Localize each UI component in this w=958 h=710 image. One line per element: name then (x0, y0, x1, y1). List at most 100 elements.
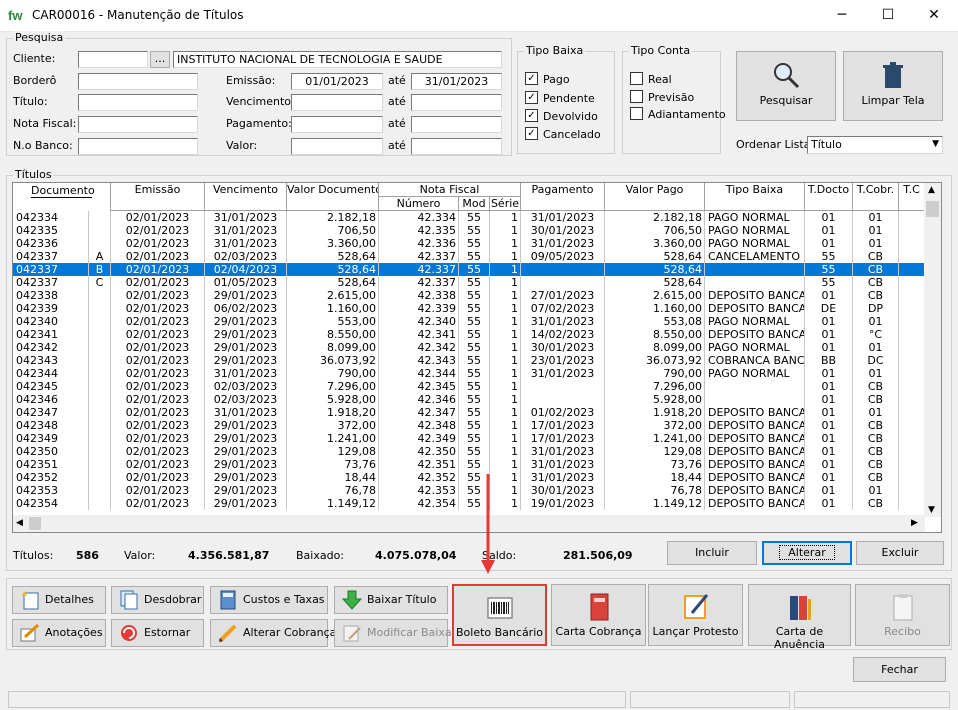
header-emissao[interactable]: Emissão (111, 183, 205, 211)
table-row[interactable]: 042353 02/01/2023 29/01/2023 76,78 42.353 55 1… (13, 484, 925, 497)
table-row[interactable]: 042337 C 02/01/2023 01/05/2023 528,64 42.337 5… (13, 276, 925, 289)
scroll-right-icon[interactable]: ▶ (911, 518, 918, 528)
cell-vencimento: 02/03/2023 (205, 380, 287, 393)
table-row[interactable]: 042347 02/01/2023 31/01/2023 1.918,20 42.347… (13, 406, 925, 419)
cliente-browse-button[interactable]: ... (150, 51, 170, 68)
scroll-down-icon[interactable]: ▼ (928, 505, 935, 515)
close-button[interactable]: ✕ (911, 0, 957, 32)
emissao-de-input[interactable]: 01/01/2023 (291, 73, 383, 90)
header-nota-fiscal[interactable]: Nota Fiscal (379, 183, 521, 197)
pendente-checkbox[interactable]: ✓ (525, 91, 538, 104)
vencimento-ate-input[interactable] (411, 94, 502, 111)
table-row[interactable]: 042349 02/01/2023 29/01/2023 1.241,00 42.349… (13, 432, 925, 445)
carta-anuencia-button[interactable]: Carta de Anuência (748, 584, 851, 651)
table-row[interactable]: 042345 02/01/2023 02/03/2023 7.296,00 42.345… (13, 380, 925, 393)
header-documento[interactable]: Documento (13, 183, 111, 211)
vertical-scrollbar[interactable]: ▲ ▼ (924, 183, 941, 517)
cliente-code-input[interactable] (78, 51, 148, 68)
table-row[interactable]: 042354 02/01/2023 29/01/2023 1.149,12 42.354… (13, 497, 925, 510)
cell-vencimento: 29/01/2023 (205, 471, 287, 484)
emissao-ate-input[interactable]: 31/01/2023 (411, 73, 502, 90)
valor-ate-input[interactable] (411, 138, 502, 155)
table-row[interactable]: 042334 02/01/2023 31/01/2023 2.182,18 42.334… (13, 211, 925, 224)
minimize-button[interactable]: ─ (819, 0, 865, 32)
custos-taxas-button[interactable]: Custos e Taxas (210, 586, 328, 614)
header-pagamento[interactable]: Pagamento (521, 183, 605, 211)
cliente-name-input[interactable]: INSTITUTO NACIONAL DE TECNOLOGIA E SAUDE (173, 51, 502, 68)
table-row[interactable]: 042336 02/01/2023 31/01/2023 3.360,00 42.336… (13, 237, 925, 250)
previsao-checkbox[interactable] (630, 90, 643, 103)
vertical-scroll-thumb[interactable] (926, 201, 939, 217)
ordenar-select[interactable]: Título ▼ (807, 136, 943, 154)
anotacoes-button[interactable]: Anotações (12, 619, 106, 647)
limpar-tela-button[interactable]: Limpar Tela (843, 51, 943, 121)
vencimento-de-input[interactable] (291, 94, 383, 111)
cell-numero: 42.345 (379, 380, 459, 393)
horizontal-scroll-thumb[interactable] (29, 517, 41, 530)
scroll-up-icon[interactable]: ▲ (928, 185, 935, 195)
header-valor-documento[interactable]: Valor Documento (287, 183, 379, 211)
titulo-input[interactable] (78, 94, 198, 111)
adiantamento-checkbox[interactable] (630, 107, 643, 120)
header-valor-pago[interactable]: Valor Pago (605, 183, 705, 211)
alterar-button[interactable]: Alterar (762, 541, 852, 565)
modificar-baixa-button[interactable]: Modificar Baixa (334, 619, 452, 647)
header-tdocto[interactable]: T.Docto (805, 183, 853, 211)
cell-serie: 1 (490, 289, 521, 302)
carta-cobranca-button[interactable]: Carta Cobrança (551, 584, 646, 646)
real-checkbox[interactable] (630, 72, 643, 85)
table-row[interactable]: 042351 02/01/2023 29/01/2023 73,76 42.351 55 1… (13, 458, 925, 471)
header-tc[interactable]: T.C (899, 183, 925, 211)
table-row[interactable]: 042340 02/01/2023 29/01/2023 553,00 42.340 55… (13, 315, 925, 328)
incluir-button[interactable]: Incluir (667, 541, 757, 565)
cell-valor-documento: 36.073,92 (287, 354, 379, 367)
table-row[interactable]: 042344 02/01/2023 31/01/2023 790,00 42.344 55… (13, 367, 925, 380)
table-row[interactable]: 042348 02/01/2023 29/01/2023 372,00 42.348 55… (13, 419, 925, 432)
table-row[interactable]: 042342 02/01/2023 29/01/2023 8.099,00 42.342… (13, 341, 925, 354)
header-serie[interactable]: Série (490, 197, 521, 211)
header-tipo-baixa[interactable]: Tipo Baixa (705, 183, 805, 211)
recibo-button[interactable]: Recibo (855, 584, 950, 646)
valor-de-input[interactable] (291, 138, 383, 155)
cancelado-checkbox[interactable]: ✓ (525, 127, 538, 140)
detalhes-button[interactable]: Detalhes (12, 586, 106, 614)
table-row[interactable]: 042343 02/01/2023 29/01/2023 36.073,92 42.34… (13, 354, 925, 367)
pesquisar-button[interactable]: Pesquisar (736, 51, 836, 121)
cell-valor-documento: 553,00 (287, 315, 379, 328)
table-row[interactable]: 042341 02/01/2023 29/01/2023 8.550,00 42.341… (13, 328, 925, 341)
titulos-grid[interactable]: Documento Emissão Vencimento Valor Docum… (12, 182, 942, 533)
desdobrar-button[interactable]: Desdobrar (111, 586, 204, 614)
nobanco-input[interactable] (78, 138, 198, 155)
pagamento-ate-input[interactable] (411, 116, 502, 133)
horizontal-scrollbar[interactable]: ◀ ▶ (13, 515, 925, 532)
table-row[interactable]: 042337 A 02/01/2023 02/03/2023 528,64 42.337 5… (13, 250, 925, 263)
alterar-cobranca-button[interactable]: Alterar Cobrança (210, 619, 336, 647)
lancar-protesto-button[interactable]: Lançar Protesto (648, 584, 743, 646)
fechar-button[interactable]: Fechar (853, 657, 946, 682)
cell-numero: 42.340 (379, 315, 459, 328)
header-vencimento[interactable]: Vencimento (205, 183, 287, 211)
pagamento-de-input[interactable] (291, 116, 383, 133)
header-tcobr[interactable]: T.Cobr. (853, 183, 899, 211)
pago-checkbox[interactable]: ✓ (525, 72, 538, 85)
cell-valor-pago: 8.099,00 (605, 341, 705, 354)
boleto-bancario-button[interactable]: Boleto Bancário (452, 584, 547, 646)
devolvido-checkbox[interactable]: ✓ (525, 109, 538, 122)
header-mod[interactable]: Mod (459, 197, 490, 211)
table-row[interactable]: 042350 02/01/2023 29/01/2023 129,08 42.350 55… (13, 445, 925, 458)
estornar-button[interactable]: Estornar (111, 619, 204, 647)
bordero-input[interactable] (78, 73, 198, 90)
table-row[interactable]: 042339 02/01/2023 06/02/2023 1.160,00 42.339… (13, 302, 925, 315)
cell-valor-documento: 1.241,00 (287, 432, 379, 445)
header-numero[interactable]: Número (379, 197, 459, 211)
table-row[interactable]: 042338 02/01/2023 29/01/2023 2.615,00 42.338… (13, 289, 925, 302)
table-row[interactable]: 042352 02/01/2023 29/01/2023 18,44 42.352 55 1… (13, 471, 925, 484)
nota-fiscal-input[interactable] (78, 116, 198, 133)
table-row[interactable]: 042346 02/01/2023 02/03/2023 5.928,00 42.346… (13, 393, 925, 406)
table-row[interactable]: 042335 02/01/2023 31/01/2023 706,50 42.335 55… (13, 224, 925, 237)
baixar-titulo-button[interactable]: Baixar Título (334, 586, 448, 614)
table-row[interactable]: 042337 B 02/01/2023 02/04/2023 528,64 42.337 5… (13, 263, 925, 276)
maximize-button[interactable]: ☐ (865, 0, 911, 32)
excluir-button[interactable]: Excluir (856, 541, 944, 565)
scroll-left-icon[interactable]: ◀ (16, 518, 23, 528)
